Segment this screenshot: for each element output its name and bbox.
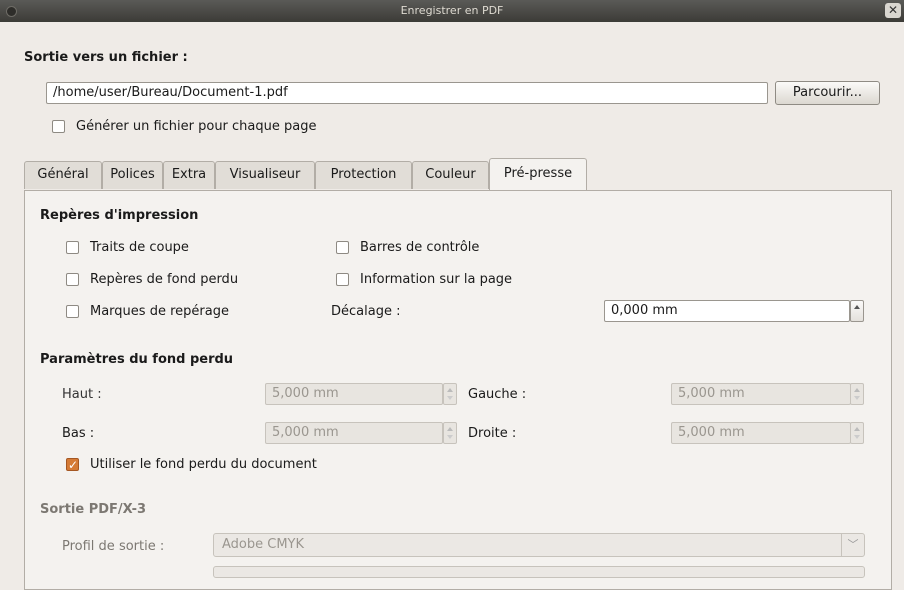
tab-general[interactable]: Général — [24, 161, 102, 189]
spin-up-icon[interactable] — [447, 427, 453, 431]
offset-spinner[interactable] — [850, 300, 864, 322]
bleed-top-label: Haut : — [62, 387, 102, 402]
bleed-marks-label: Repères de fond perdu — [90, 272, 239, 287]
spin-up-icon[interactable] — [854, 427, 860, 431]
spin-up-icon[interactable] — [854, 388, 860, 392]
page-info-checkbox-box[interactable] — [336, 273, 349, 286]
registration-marks-label: Marques de repérage — [90, 304, 229, 319]
bleed-right-label: Droite : — [468, 426, 517, 441]
bleed-left-label: Gauche : — [468, 387, 527, 402]
bleed-left-input[interactable]: 5,000 mm — [671, 383, 851, 405]
bleed-right-input[interactable]: 5,000 mm — [671, 422, 851, 444]
tab-extra[interactable]: Extra — [163, 161, 215, 189]
bleed-marks-checkbox-box[interactable] — [66, 273, 79, 286]
page-info-label: Information sur la page — [360, 272, 513, 287]
close-icon[interactable]: ✕ — [885, 3, 901, 18]
print-marks-section-label: Repères d'impression — [40, 208, 199, 223]
per-page-checkbox-box[interactable] — [52, 120, 65, 133]
spin-up-icon[interactable] — [447, 388, 453, 392]
offset-input[interactable]: 0,000 mm — [604, 300, 850, 322]
pdfx-section-label: Sortie PDF/X-3 — [40, 502, 147, 517]
tab-fonts[interactable]: Polices — [102, 161, 163, 189]
color-bars-checkbox-box[interactable] — [336, 241, 349, 254]
bleed-marks-checkbox[interactable]: Repères de fond perdu — [66, 271, 238, 289]
per-page-checkbox-label: Générer un fichier pour chaque page — [76, 119, 317, 134]
bleed-right-spinner[interactable] — [850, 422, 864, 444]
window-title: Enregistrer en PDF — [400, 4, 504, 17]
output-section-label: Sortie vers un fichier : — [24, 50, 188, 65]
spin-down-icon[interactable] — [447, 435, 453, 439]
tab-protection[interactable]: Protection — [315, 161, 412, 189]
offset-label: Décalage : — [331, 304, 401, 319]
crop-marks-checkbox-box[interactable] — [66, 241, 79, 254]
bleed-bottom-label: Bas : — [62, 426, 95, 441]
window-titlebar: Enregistrer en PDF ✕ — [0, 0, 904, 22]
spin-down-icon[interactable] — [854, 435, 860, 439]
registration-marks-checkbox[interactable]: Marques de repérage — [66, 303, 229, 321]
browse-button[interactable]: Parcourir... — [775, 81, 880, 105]
page-info-checkbox[interactable]: Information sur la page — [336, 271, 512, 289]
use-doc-bleed-label: Utiliser le fond perdu du document — [90, 457, 317, 472]
bleed-bottom-input[interactable]: 5,000 mm — [265, 422, 443, 444]
output-profile-select[interactable]: Adobe CMYK ﹀ — [213, 533, 865, 557]
chevron-down-icon[interactable]: ﹀ — [841, 534, 864, 556]
spin-down-icon[interactable] — [854, 396, 860, 400]
output-profile-label: Profil de sortie : — [62, 539, 165, 554]
crop-marks-checkbox[interactable]: Traits de coupe — [66, 239, 189, 257]
use-doc-bleed-checkbox[interactable]: Utiliser le fond perdu du document — [66, 456, 317, 474]
crop-marks-label: Traits de coupe — [90, 240, 189, 255]
tab-prepress[interactable]: Pré-presse — [489, 158, 587, 190]
tab-viewer[interactable]: Visualiseur — [215, 161, 315, 189]
output-path-input[interactable]: /home/user/Bureau/Document-1.pdf — [46, 82, 768, 104]
bleed-bottom-spinner[interactable] — [443, 422, 457, 444]
bleed-top-spinner[interactable] — [443, 383, 457, 405]
use-doc-bleed-checkbox-box[interactable] — [66, 456, 79, 474]
registration-marks-checkbox-box[interactable] — [66, 305, 79, 318]
output-profile-value: Adobe CMYK — [222, 537, 305, 552]
color-bars-label: Barres de contrôle — [360, 240, 480, 255]
tab-color[interactable]: Couleur — [412, 161, 489, 189]
bleed-left-spinner[interactable] — [850, 383, 864, 405]
spin-down-icon[interactable] — [447, 396, 453, 400]
bleed-top-input[interactable]: 5,000 mm — [265, 383, 443, 405]
per-page-checkbox[interactable]: Générer un fichier pour chaque page — [52, 118, 316, 136]
spin-up-icon[interactable] — [854, 305, 860, 309]
bleed-section-label: Paramètres du fond perdu — [40, 352, 234, 367]
color-bars-checkbox[interactable]: Barres de contrôle — [336, 239, 479, 257]
next-field-partial[interactable] — [213, 566, 865, 578]
